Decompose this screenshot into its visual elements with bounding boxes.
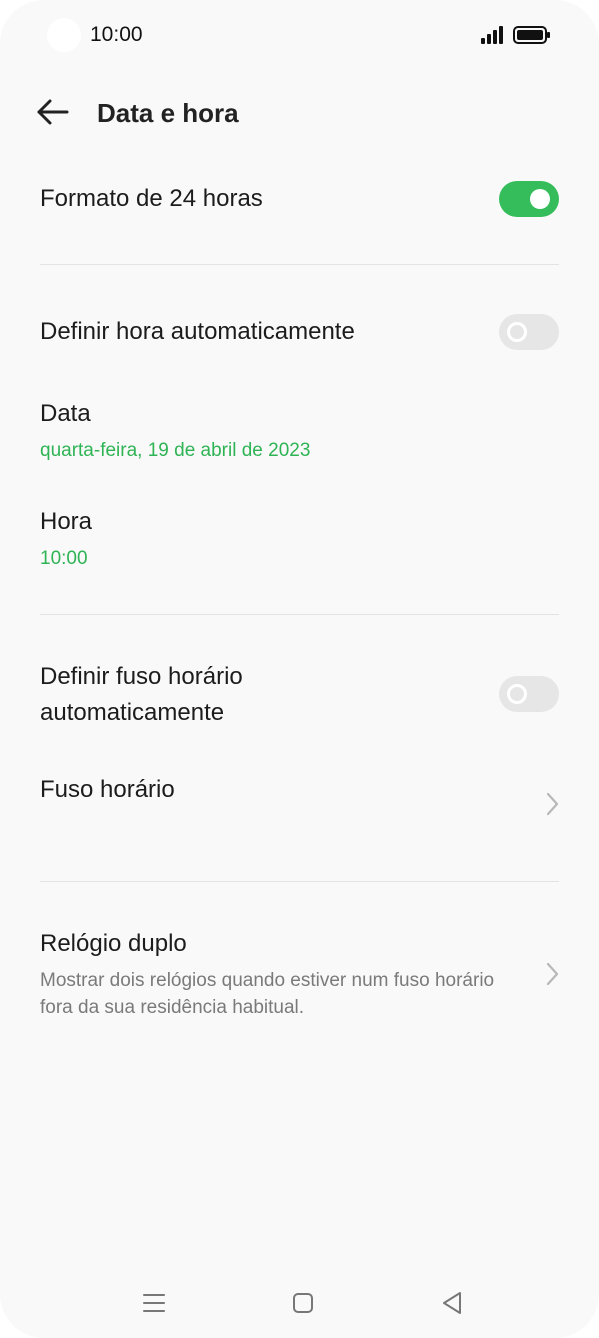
- setting-date-value: quarta-feira, 19 de abril de 2023: [40, 440, 311, 461]
- page-title: Data e hora: [97, 98, 239, 128]
- setting-hour-value: 10:00: [40, 548, 88, 569]
- status-time: 10:00: [90, 23, 143, 46]
- setting-dual-clock-description-line1: Mostrar dois relógios quando estiver num…: [40, 970, 495, 991]
- auto-time-toggle[interactable]: [499, 314, 559, 350]
- setting-dual-clock-label: Relógio duplo: [40, 930, 187, 957]
- divider: [40, 264, 559, 265]
- menu-lines-icon[interactable]: [139, 1288, 169, 1318]
- phone-screen: 10:00 Data e hora Formato de 24 horas De…: [0, 0, 599, 1338]
- chevron-right-icon: [546, 792, 559, 816]
- toggle-knob: [507, 684, 527, 704]
- setting-date[interactable]: Data quarta-feira, 19 de abril de 2023: [0, 394, 599, 470]
- setting-timezone-label: Fuso horário: [40, 776, 175, 803]
- battery-full-icon: [513, 26, 550, 44]
- divider: [40, 614, 559, 615]
- format-24h-toggle[interactable]: [499, 181, 559, 217]
- divider: [40, 881, 559, 882]
- setting-dual-clock[interactable]: Relógio duplo Mostrar dois relógios quan…: [0, 924, 599, 1024]
- app-header: Data e hora: [0, 82, 599, 142]
- status-bar: 10:00: [0, 0, 599, 70]
- camera-cutout: [47, 18, 81, 52]
- setting-dual-clock-description-line2: fora da sua residência habitual.: [40, 997, 305, 1018]
- navigation-bar: [0, 1270, 599, 1334]
- setting-24h-format[interactable]: Formato de 24 horas: [0, 172, 599, 228]
- signal-bars-icon: [481, 26, 503, 44]
- setting-auto-time[interactable]: Definir hora automaticamente: [0, 304, 599, 360]
- setting-auto-timezone-label-line2: automaticamente: [40, 699, 225, 726]
- setting-hour-label: Hora: [40, 508, 93, 535]
- arrow-left-icon[interactable]: [34, 96, 72, 128]
- back-triangle-icon[interactable]: [438, 1288, 468, 1318]
- setting-24h-format-label: Formato de 24 horas: [40, 185, 263, 212]
- setting-auto-timezone-label-line1: Definir fuso horário: [40, 663, 243, 690]
- toggle-knob: [507, 322, 527, 342]
- setting-date-label: Data: [40, 400, 91, 427]
- toggle-knob: [530, 189, 550, 209]
- chevron-right-icon: [546, 962, 559, 986]
- auto-timezone-toggle[interactable]: [499, 676, 559, 712]
- setting-auto-timezone[interactable]: Definir fuso horário automaticamente: [0, 656, 599, 736]
- home-square-icon[interactable]: [288, 1288, 318, 1318]
- setting-timezone[interactable]: Fuso horário: [0, 770, 599, 840]
- setting-auto-time-label: Definir hora automaticamente: [40, 318, 355, 345]
- setting-hour[interactable]: Hora 10:00: [0, 502, 599, 578]
